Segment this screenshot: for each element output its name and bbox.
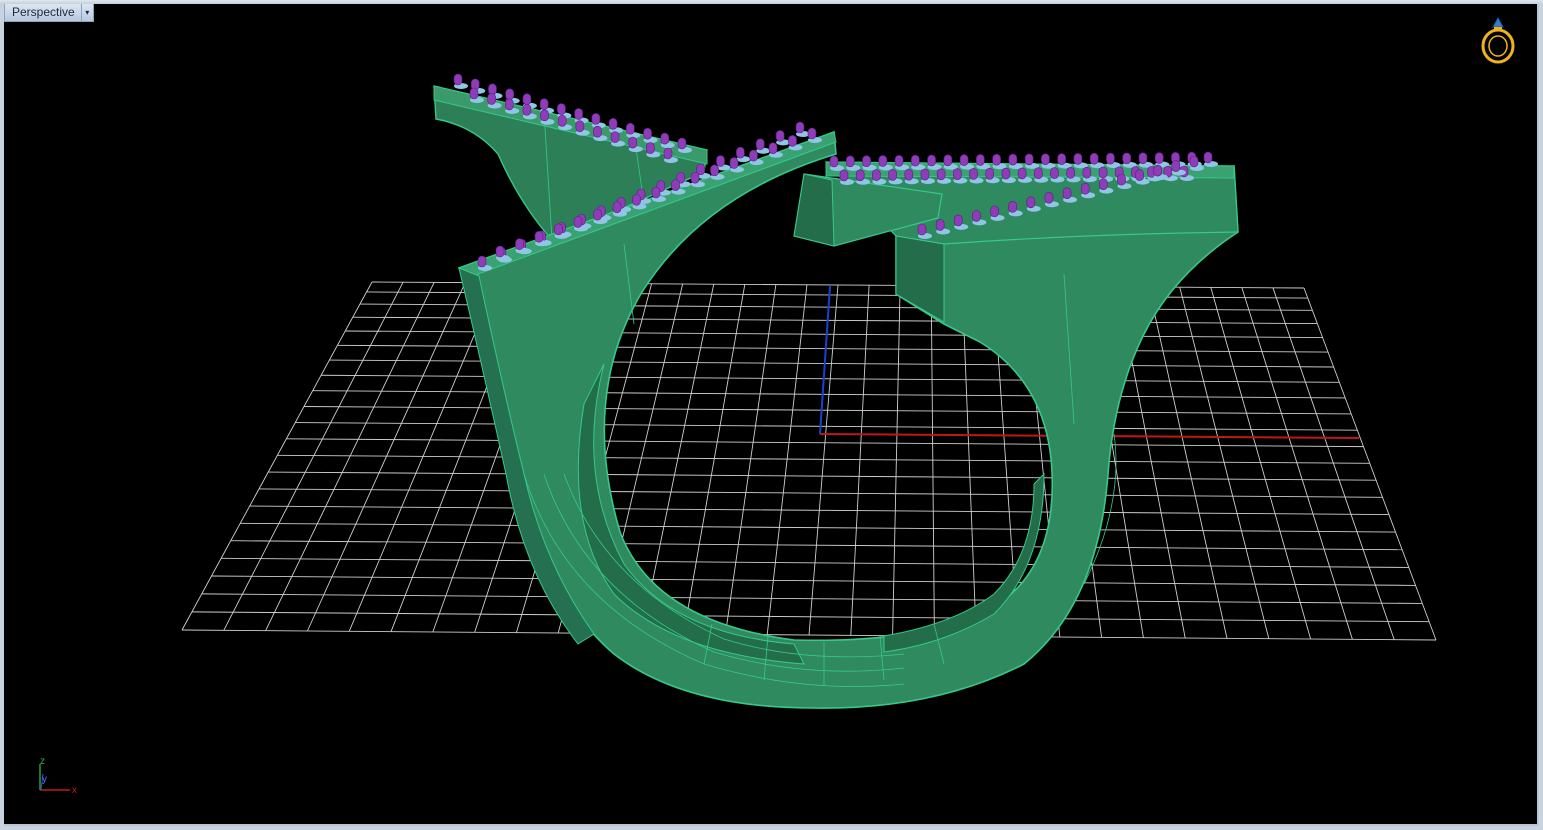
gem-setting[interactable] bbox=[992, 153, 1007, 170]
gem-setting[interactable] bbox=[626, 122, 641, 139]
grid-line bbox=[766, 284, 808, 635]
world-z-axis bbox=[819, 285, 831, 435]
gem-setting[interactable] bbox=[959, 154, 975, 170]
gem-setting[interactable] bbox=[453, 73, 468, 89]
gem-setting[interactable] bbox=[1089, 152, 1105, 169]
gem-setting[interactable] bbox=[608, 118, 624, 134]
gem-setting[interactable] bbox=[1024, 153, 1040, 169]
gem-setting[interactable] bbox=[788, 135, 803, 151]
gem-setting[interactable] bbox=[1203, 151, 1218, 167]
gem-setting[interactable] bbox=[1008, 153, 1023, 170]
axis-widget-y-label: y bbox=[42, 774, 47, 785]
gem-setting[interactable] bbox=[1138, 152, 1153, 168]
grid-line bbox=[724, 284, 777, 635]
gem-setting[interactable] bbox=[943, 154, 958, 170]
axis-widget: x y z bbox=[39, 756, 77, 796]
grid-line bbox=[683, 284, 746, 635]
ring-icon[interactable] bbox=[1481, 16, 1515, 64]
construction-grid bbox=[181, 281, 1437, 641]
viewport-menu-arrow[interactable]: ▾ bbox=[81, 4, 94, 22]
grid-line bbox=[930, 285, 935, 637]
grid-line bbox=[808, 284, 839, 636]
3d-scene[interactable]: x y z bbox=[4, 4, 1537, 824]
gem-setting[interactable] bbox=[1057, 153, 1072, 169]
axis-widget-z-label: z bbox=[40, 756, 45, 767]
gem-setting[interactable] bbox=[976, 154, 991, 170]
gem-setting[interactable] bbox=[755, 138, 771, 154]
gem-setting[interactable] bbox=[775, 130, 791, 146]
gem-setting[interactable] bbox=[1041, 153, 1056, 169]
viewport-title[interactable]: Perspective bbox=[4, 4, 82, 22]
gem-setting[interactable] bbox=[1189, 155, 1204, 171]
viewport-title-tab[interactable]: Perspective ▾ bbox=[4, 4, 94, 22]
grid-line bbox=[1148, 286, 1228, 639]
perspective-viewport[interactable]: Perspective ▾ x y z bbox=[4, 4, 1539, 826]
gem-setting[interactable] bbox=[927, 154, 942, 170]
gem-setting[interactable] bbox=[660, 132, 675, 149]
grid-line bbox=[1179, 287, 1270, 639]
gem-setting[interactable] bbox=[807, 127, 822, 143]
gem-setting[interactable] bbox=[1073, 153, 1088, 169]
gem-setting[interactable] bbox=[736, 146, 751, 163]
grid-line bbox=[1303, 287, 1437, 641]
gem-setting[interactable] bbox=[1106, 152, 1121, 169]
grid-line bbox=[1272, 287, 1395, 640]
gem-setting[interactable] bbox=[643, 127, 658, 144]
axis-widget-x-label: x bbox=[72, 785, 77, 796]
grid-line bbox=[892, 285, 901, 636]
grid-line bbox=[850, 285, 870, 636]
gem-setting[interactable] bbox=[1122, 152, 1137, 168]
